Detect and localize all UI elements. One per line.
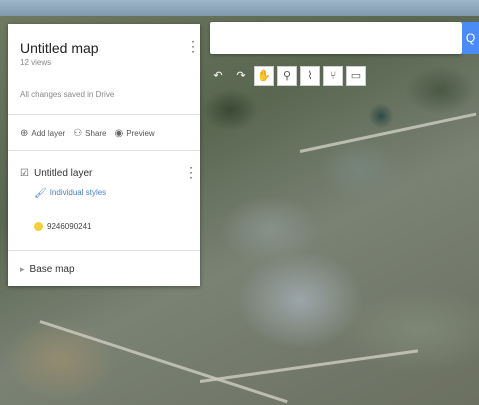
- layer-style-link[interactable]: 🖌 Individual styles: [34, 188, 106, 199]
- redo-icon[interactable]: ↷: [231, 66, 251, 86]
- divider: [8, 250, 200, 251]
- layer-options-icon[interactable]: ⋮: [184, 164, 198, 181]
- layer-checkbox[interactable]: ☑: [20, 168, 29, 179]
- map-toolbar: ↶ ↷ ✋ ⚲ ⌇ ⑂ ▭: [208, 66, 366, 86]
- base-map-label: Base map: [29, 264, 75, 275]
- draw-line-icon[interactable]: ⌇: [300, 66, 320, 86]
- search-button[interactable]: Q: [462, 22, 479, 54]
- directions-icon[interactable]: ⑂: [323, 66, 343, 86]
- share-button[interactable]: ⚇ Share: [73, 128, 106, 139]
- save-status: All changes saved in Drive: [20, 90, 115, 99]
- map-panel: Untitled map 12 views ⋮ All changes save…: [8, 24, 200, 286]
- search-input[interactable]: [210, 22, 462, 54]
- preview-icon: ◉: [114, 128, 124, 139]
- paint-roller-icon: 🖌: [34, 188, 47, 199]
- preview-button[interactable]: ◉ Preview: [115, 128, 155, 139]
- more-options-icon[interactable]: ⋮: [186, 38, 200, 55]
- undo-icon[interactable]: ↶: [208, 66, 228, 86]
- marker-icon[interactable]: ⚲: [277, 66, 297, 86]
- share-label: Share: [85, 129, 107, 138]
- map-title[interactable]: Untitled map: [20, 40, 99, 56]
- browser-top-strip: [0, 0, 479, 16]
- divider: [8, 150, 200, 151]
- ruler-icon[interactable]: ▭: [346, 66, 366, 86]
- panel-actions: ⊕ Add layer ⚇ Share ◉ Preview: [20, 128, 155, 139]
- map-feature-item[interactable]: 9246090241: [34, 222, 92, 231]
- add-layer-button[interactable]: ⊕ Add layer: [20, 128, 65, 139]
- view-count: 12 views: [20, 58, 52, 67]
- base-map-item[interactable]: ▸ Base map: [20, 264, 75, 275]
- feature-marker-icon: [34, 222, 43, 231]
- add-layer-icon: ⊕: [20, 128, 29, 139]
- divider: [8, 114, 200, 115]
- expand-icon: ▸: [20, 264, 25, 274]
- layer-name[interactable]: Untitled layer: [34, 168, 92, 179]
- layer-style-label: Individual styles: [49, 188, 107, 197]
- feature-label: 9246090241: [47, 222, 92, 231]
- share-icon: ⚇: [73, 128, 83, 139]
- add-layer-label: Add layer: [31, 129, 66, 138]
- preview-label: Preview: [126, 129, 155, 138]
- hand-icon[interactable]: ✋: [254, 66, 274, 86]
